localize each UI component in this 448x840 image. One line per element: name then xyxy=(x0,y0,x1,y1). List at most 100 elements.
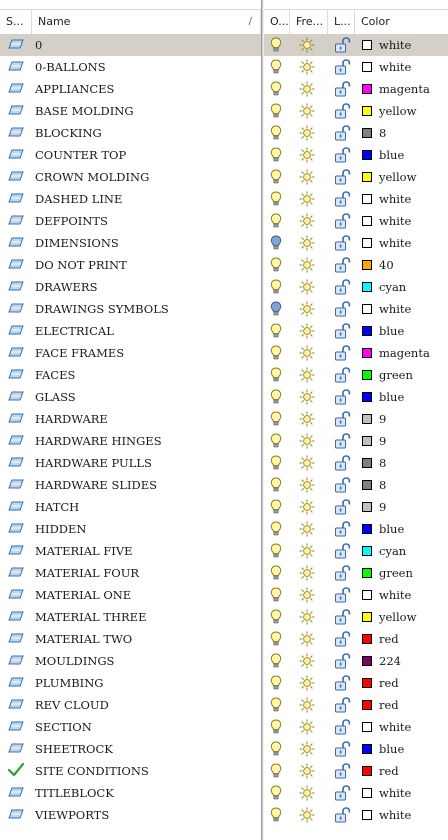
layer-status-cell[interactable] xyxy=(6,584,26,606)
layer-color-cell[interactable]: green xyxy=(361,562,447,584)
layer-freeze-toggle[interactable] xyxy=(296,78,318,100)
layer-row[interactable]: MATERIAL FOUR green xyxy=(0,562,448,584)
layer-name-cell[interactable]: REV CLOUD xyxy=(35,694,257,716)
layer-lock-toggle[interactable] xyxy=(332,694,354,716)
layer-on-toggle[interactable] xyxy=(266,540,288,562)
layer-row[interactable]: MATERIAL FIVE cyan xyxy=(0,540,448,562)
layer-status-cell[interactable] xyxy=(6,650,26,672)
layer-row[interactable]: FACES green xyxy=(0,364,448,386)
layer-row[interactable]: TITLEBLOCK white xyxy=(0,782,448,804)
layer-color-cell[interactable]: 8 xyxy=(361,474,447,496)
layer-lock-toggle[interactable] xyxy=(332,716,354,738)
layer-color-cell[interactable]: white xyxy=(361,188,447,210)
layer-lock-toggle[interactable] xyxy=(332,430,354,452)
layer-row[interactable]: HARDWARE 9 xyxy=(0,408,448,430)
layer-freeze-toggle[interactable] xyxy=(296,298,318,320)
layer-row[interactable]: APPLIANCES magenta xyxy=(0,78,448,100)
layer-name-cell[interactable]: TITLEBLOCK xyxy=(35,782,257,804)
layer-status-cell[interactable] xyxy=(6,232,26,254)
layer-status-cell[interactable] xyxy=(6,320,26,342)
layer-name-cell[interactable]: SECTION xyxy=(35,716,257,738)
layer-color-cell[interactable]: white xyxy=(361,584,447,606)
layer-row[interactable]: SECTION white xyxy=(0,716,448,738)
layer-name-cell[interactable]: HATCH xyxy=(35,496,257,518)
layer-name-cell[interactable]: CROWN MOLDING xyxy=(35,166,257,188)
layer-row[interactable]: HARDWARE PULLS 8 xyxy=(0,452,448,474)
layer-lock-toggle[interactable] xyxy=(332,34,354,56)
layer-row[interactable]: HIDDEN blue xyxy=(0,518,448,540)
layer-color-cell[interactable]: red xyxy=(361,672,447,694)
layer-row[interactable]: MATERIAL ONE white xyxy=(0,584,448,606)
layer-lock-toggle[interactable] xyxy=(332,254,354,276)
layer-color-cell[interactable]: 40 xyxy=(361,254,447,276)
layer-lock-toggle[interactable] xyxy=(332,298,354,320)
layer-on-toggle[interactable] xyxy=(266,782,288,804)
layer-on-toggle[interactable] xyxy=(266,518,288,540)
layer-lock-toggle[interactable] xyxy=(332,760,354,782)
layer-freeze-toggle[interactable] xyxy=(296,650,318,672)
layer-status-cell[interactable] xyxy=(6,606,26,628)
layer-color-cell[interactable]: white xyxy=(361,298,447,320)
layer-name-cell[interactable]: APPLIANCES xyxy=(35,78,257,100)
layer-status-cell[interactable] xyxy=(6,342,26,364)
layer-lock-toggle[interactable] xyxy=(332,320,354,342)
layer-lock-toggle[interactable] xyxy=(332,78,354,100)
layer-lock-toggle[interactable] xyxy=(332,408,354,430)
layer-freeze-toggle[interactable] xyxy=(296,540,318,562)
layer-color-cell[interactable]: white xyxy=(361,232,447,254)
layer-row[interactable]: FACE FRAMES magenta xyxy=(0,342,448,364)
layer-lock-toggle[interactable] xyxy=(332,496,354,518)
column-header-color[interactable]: Color xyxy=(355,10,448,34)
layer-status-cell[interactable] xyxy=(6,298,26,320)
layer-status-cell[interactable] xyxy=(6,716,26,738)
layer-on-toggle[interactable] xyxy=(266,430,288,452)
layer-on-toggle[interactable] xyxy=(266,188,288,210)
layer-freeze-toggle[interactable] xyxy=(296,518,318,540)
layer-color-cell[interactable]: white xyxy=(361,34,447,56)
layer-freeze-toggle[interactable] xyxy=(296,408,318,430)
layer-name-cell[interactable]: DRAWERS xyxy=(35,276,257,298)
layer-lock-toggle[interactable] xyxy=(332,144,354,166)
layer-status-cell[interactable] xyxy=(6,188,26,210)
layer-lock-toggle[interactable] xyxy=(332,672,354,694)
layer-name-cell[interactable]: MATERIAL TWO xyxy=(35,628,257,650)
layer-on-toggle[interactable] xyxy=(266,122,288,144)
layer-name-cell[interactable]: BASE MOLDING xyxy=(35,100,257,122)
layer-color-cell[interactable]: 224 xyxy=(361,650,447,672)
layer-status-cell[interactable] xyxy=(6,364,26,386)
column-header-status[interactable]: S... xyxy=(0,10,32,34)
layer-row[interactable]: 0 white xyxy=(0,34,448,56)
layer-lock-toggle[interactable] xyxy=(332,782,354,804)
layer-on-toggle[interactable] xyxy=(266,342,288,364)
layer-freeze-toggle[interactable] xyxy=(296,606,318,628)
layer-color-cell[interactable]: red xyxy=(361,628,447,650)
layer-freeze-toggle[interactable] xyxy=(296,452,318,474)
layer-row[interactable]: MATERIAL THREE yellow xyxy=(0,606,448,628)
layer-freeze-toggle[interactable] xyxy=(296,364,318,386)
layer-color-cell[interactable]: blue xyxy=(361,738,447,760)
layer-name-cell[interactable]: MATERIAL FOUR xyxy=(35,562,257,584)
layer-on-toggle[interactable] xyxy=(266,474,288,496)
layer-name-cell[interactable]: HARDWARE PULLS xyxy=(35,452,257,474)
layer-name-cell[interactable]: MATERIAL THREE xyxy=(35,606,257,628)
layer-lock-toggle[interactable] xyxy=(332,232,354,254)
layer-freeze-toggle[interactable] xyxy=(296,320,318,342)
layer-name-cell[interactable]: MATERIAL ONE xyxy=(35,584,257,606)
layer-name-cell[interactable]: SHEETROCK xyxy=(35,738,257,760)
layer-color-cell[interactable]: yellow xyxy=(361,100,447,122)
layer-name-cell[interactable]: FACES xyxy=(35,364,257,386)
layer-lock-toggle[interactable] xyxy=(332,276,354,298)
layer-name-cell[interactable]: VIEWPORTS xyxy=(35,804,257,826)
layer-name-cell[interactable]: DRAWINGS SYMBOLS xyxy=(35,298,257,320)
layer-status-cell[interactable] xyxy=(6,430,26,452)
layer-on-toggle[interactable] xyxy=(266,694,288,716)
layer-lock-toggle[interactable] xyxy=(332,738,354,760)
layer-lock-toggle[interactable] xyxy=(332,210,354,232)
layer-freeze-toggle[interactable] xyxy=(296,56,318,78)
layer-row[interactable]: DRAWINGS SYMBOLS white xyxy=(0,298,448,320)
layer-lock-toggle[interactable] xyxy=(332,100,354,122)
layer-freeze-toggle[interactable] xyxy=(296,474,318,496)
layer-status-cell[interactable] xyxy=(6,760,26,782)
layer-row[interactable]: DASHED LINE white xyxy=(0,188,448,210)
layer-name-cell[interactable]: 0-BALLONS xyxy=(35,56,257,78)
